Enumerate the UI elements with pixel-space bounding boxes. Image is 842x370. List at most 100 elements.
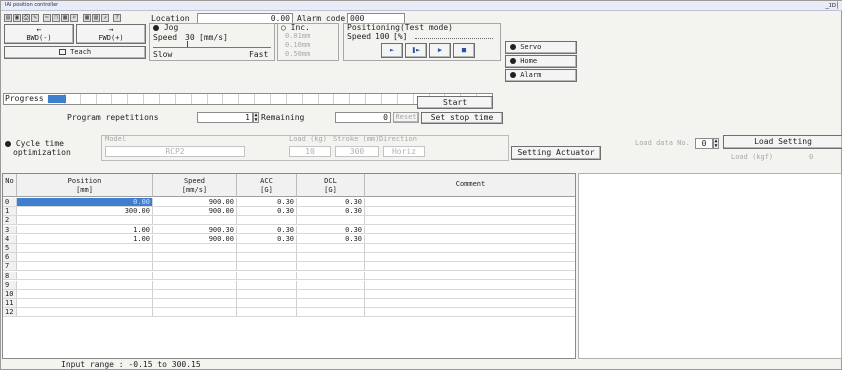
fwd-button[interactable]: → FWD(+): [76, 24, 146, 44]
bwd-button[interactable]: ← BWD(-): [4, 24, 74, 44]
cell-comment[interactable]: [365, 226, 575, 234]
cell-acc[interactable]: [237, 244, 297, 252]
alarm-button[interactable]: Alarm: [505, 69, 577, 82]
servo-button[interactable]: Servo: [505, 41, 577, 54]
cell-comment[interactable]: [365, 235, 575, 243]
cell-acc[interactable]: [237, 216, 297, 225]
cell-dcl[interactable]: [297, 271, 365, 280]
help-icon[interactable]: ?: [113, 14, 121, 22]
cell-speed[interactable]: [153, 299, 237, 308]
table-row[interactable]: 2: [3, 216, 575, 226]
teach-button[interactable]: Teach: [4, 46, 146, 59]
cell-comment[interactable]: [365, 272, 575, 280]
table-row[interactable]: 10: [3, 290, 575, 299]
table-row[interactable]: 6: [3, 253, 575, 263]
cell-speed[interactable]: 900.30: [153, 225, 237, 234]
cell-speed[interactable]: [153, 262, 237, 271]
cell-acc[interactable]: 0.30: [237, 207, 297, 216]
model-field[interactable]: RCP2: [105, 146, 245, 157]
reset-button[interactable]: Reset: [393, 112, 419, 123]
cell-position[interactable]: [17, 308, 153, 317]
cell-comment[interactable]: [365, 281, 575, 289]
home-button[interactable]: Home: [505, 55, 577, 68]
cell-comment[interactable]: [365, 308, 575, 316]
cell-acc[interactable]: [237, 280, 297, 289]
play-button[interactable]: ▶: [429, 43, 451, 58]
cell-position[interactable]: [17, 216, 153, 225]
cell-speed[interactable]: [153, 290, 237, 298]
cell-comment[interactable]: [365, 198, 575, 206]
cell-dcl[interactable]: [297, 308, 365, 317]
cell-comment[interactable]: [365, 216, 575, 224]
cell-acc[interactable]: 0.30: [237, 234, 297, 243]
setting-actuator-button[interactable]: Setting Actuator: [511, 146, 601, 160]
cell-speed[interactable]: [153, 280, 237, 289]
cell-comment[interactable]: [365, 207, 575, 215]
table-row[interactable]: 12: [3, 308, 575, 318]
cell-comment[interactable]: [365, 253, 575, 261]
cell-acc[interactable]: [237, 290, 297, 298]
cell-dcl[interactable]: [297, 253, 365, 262]
table-row[interactable]: 7: [3, 262, 575, 272]
grid-icon[interactable]: ▦: [83, 14, 91, 22]
cell-position[interactable]: [17, 299, 153, 308]
export-icon[interactable]: ↗: [101, 14, 109, 22]
cell-speed[interactable]: [153, 271, 237, 280]
load-field[interactable]: 10: [289, 146, 331, 157]
table-row[interactable]: 11: [3, 299, 575, 309]
cell-speed[interactable]: [153, 244, 237, 252]
stroke-field[interactable]: 300: [335, 146, 379, 157]
start-button[interactable]: Start: [417, 96, 493, 109]
cell-dcl[interactable]: [297, 262, 365, 271]
cell-dcl[interactable]: [297, 216, 365, 225]
cell-acc[interactable]: 0.30: [237, 198, 297, 206]
position-table[interactable]: No Position [mm] Speed [mm/s] ACC [G] DC…: [2, 173, 576, 359]
cell-dcl[interactable]: [297, 299, 365, 308]
cell-acc[interactable]: [237, 262, 297, 271]
cell-comment[interactable]: [365, 299, 575, 307]
cell-dcl[interactable]: [297, 244, 365, 252]
cell-acc[interactable]: [237, 299, 297, 308]
cell-dcl[interactable]: 0.30: [297, 225, 365, 234]
table-row[interactable]: 5: [3, 244, 575, 253]
cell-acc[interactable]: [237, 271, 297, 280]
paste-icon[interactable]: ▦: [61, 14, 69, 22]
load-data-spin-icon[interactable]: ▲ ▼: [713, 138, 719, 149]
program-repetitions-input[interactable]: 1: [197, 112, 253, 123]
inc-option-1[interactable]: 0.01mm: [285, 32, 310, 40]
cell-position[interactable]: [17, 244, 153, 252]
table-row[interactable]: 1 300.00 900.00 0.30 0.30: [3, 207, 575, 217]
cell-acc[interactable]: 0.30: [237, 225, 297, 234]
cell-position[interactable]: [17, 262, 153, 271]
slider-thumb[interactable]: [187, 41, 188, 47]
cell-dcl[interactable]: 0.30: [297, 234, 365, 243]
set-stop-time-button[interactable]: Set stop time: [421, 112, 503, 124]
cell-position[interactable]: [17, 280, 153, 289]
cell-comment[interactable]: [365, 244, 575, 252]
cell-position[interactable]: [17, 253, 153, 262]
cell-speed[interactable]: [153, 216, 237, 225]
cell-dcl[interactable]: [297, 280, 365, 289]
table-icon[interactable]: ▥: [92, 14, 100, 22]
cell-speed[interactable]: 900.00: [153, 234, 237, 243]
open-icon[interactable]: ▤: [4, 14, 12, 22]
pause-button[interactable]: ❚►: [405, 43, 427, 58]
find-icon[interactable]: ⌕: [70, 14, 78, 22]
cell-acc[interactable]: [237, 308, 297, 317]
inc-radio[interactable]: ○ Inc.: [281, 23, 310, 32]
inc-option-2[interactable]: 0.10mm: [285, 41, 310, 49]
stop-button[interactable]: ■: [453, 43, 475, 58]
load-setting-button[interactable]: Load Setting: [723, 135, 842, 149]
table-row[interactable]: 9: [3, 280, 575, 290]
cell-speed[interactable]: 900.00: [153, 207, 237, 216]
repetitions-spin-icon[interactable]: ▲ ▼: [253, 112, 259, 123]
cell-position[interactable]: 0.00: [17, 198, 153, 206]
cell-position[interactable]: 1.00: [17, 225, 153, 234]
table-row[interactable]: 8: [3, 271, 575, 281]
positioning-speed-slider[interactable]: [415, 35, 493, 39]
cell-position[interactable]: [17, 290, 153, 298]
cell-dcl[interactable]: [297, 290, 365, 298]
inc-option-3[interactable]: 0.50mm: [285, 50, 310, 58]
cell-speed[interactable]: [153, 253, 237, 262]
save-icon[interactable]: ▣: [13, 14, 21, 22]
